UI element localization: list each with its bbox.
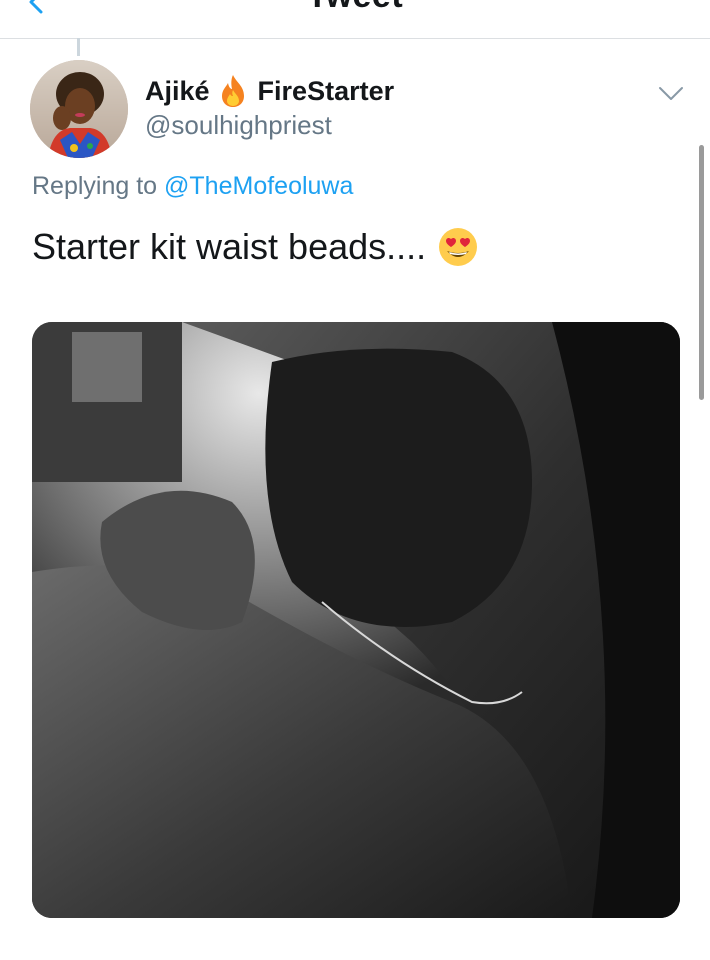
tweet-photo[interactable] (32, 322, 680, 918)
tweet-text-content: Starter kit waist beads.... (32, 226, 427, 267)
replying-prefix: Replying to (32, 172, 158, 200)
chevron-down-icon[interactable] (658, 86, 684, 102)
tweet-detail-page: Tweet Ajik (0, 0, 710, 960)
avatar[interactable] (30, 60, 128, 158)
thread-connector-line (77, 38, 80, 56)
replying-to: Replying to @TheMofeoluwa (32, 172, 353, 201)
nav-title: Tweet (0, 0, 710, 16)
author-name[interactable]: Ajiké FireStarter (145, 72, 394, 110)
author-name-first: Ajiké (145, 75, 210, 106)
nav-bar: Tweet (0, 0, 710, 39)
heart-eyes-emoji-icon (439, 228, 478, 266)
tweet-text: Starter kit waist beads.... (32, 226, 478, 268)
author-handle[interactable]: @soulhighpriest (145, 110, 332, 141)
fire-icon (221, 75, 244, 107)
replying-mention-link[interactable]: @TheMofeoluwa (164, 172, 353, 200)
author-name-second: FireStarter (257, 75, 395, 106)
scrollbar[interactable] (699, 145, 704, 400)
